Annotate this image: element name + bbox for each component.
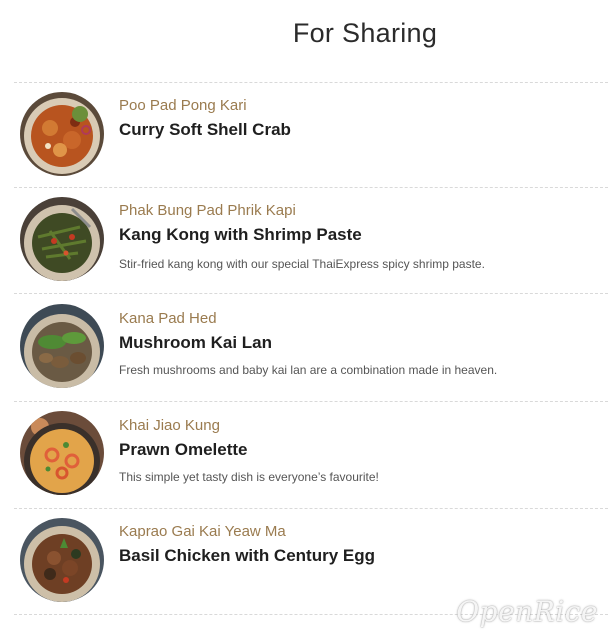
menu-item-prawn-omelette[interactable]: Khai Jiao Kung Prawn Omelette This simpl… [0, 402, 610, 507]
dish-image-mushroom-kai-lan [20, 304, 104, 388]
dish-description: This simple yet tasty dish is everyone’s… [119, 470, 379, 484]
dish-description: Fresh mushrooms and baby kai lan are a c… [119, 363, 498, 377]
dish-image-kang-kong [20, 197, 104, 281]
menu-item-kang-kong-shrimp-paste[interactable]: Phak Bung Pad Phrik Kapi Kang Kong with … [0, 188, 610, 292]
dish-name: Basil Chicken with Century Egg [119, 546, 375, 565]
dish-image-basil-chicken [20, 518, 104, 602]
thai-name: Kana Pad Hed [119, 310, 217, 327]
menu-item-mushroom-kai-lan[interactable]: Kana Pad Hed Mushroom Kai Lan Fresh mush… [0, 294, 610, 400]
dish-name: Prawn Omelette [119, 440, 248, 459]
dish-name: Kang Kong with Shrimp Paste [119, 225, 362, 244]
thai-name: Kaprao Gai Kai Yeaw Ma [119, 523, 286, 540]
dish-description: Stir-fried kang kong with our special Th… [119, 257, 485, 271]
dish-image-prawn-omelette [20, 411, 104, 495]
thai-name: Poo Pad Pong Kari [119, 97, 247, 114]
openrice-watermark: OpenRice [456, 595, 598, 628]
menu-item-curry-soft-shell-crab[interactable]: Poo Pad Pong Kari Curry Soft Shell Crab [0, 83, 610, 187]
dish-name: Curry Soft Shell Crab [119, 120, 291, 139]
thai-name: Phak Bung Pad Phrik Kapi [119, 202, 296, 219]
dish-name: Mushroom Kai Lan [119, 333, 273, 352]
dish-image-curry-crab [20, 92, 104, 176]
section-title: For Sharing [292, 18, 438, 48]
thai-name: Khai Jiao Kung [119, 417, 220, 434]
